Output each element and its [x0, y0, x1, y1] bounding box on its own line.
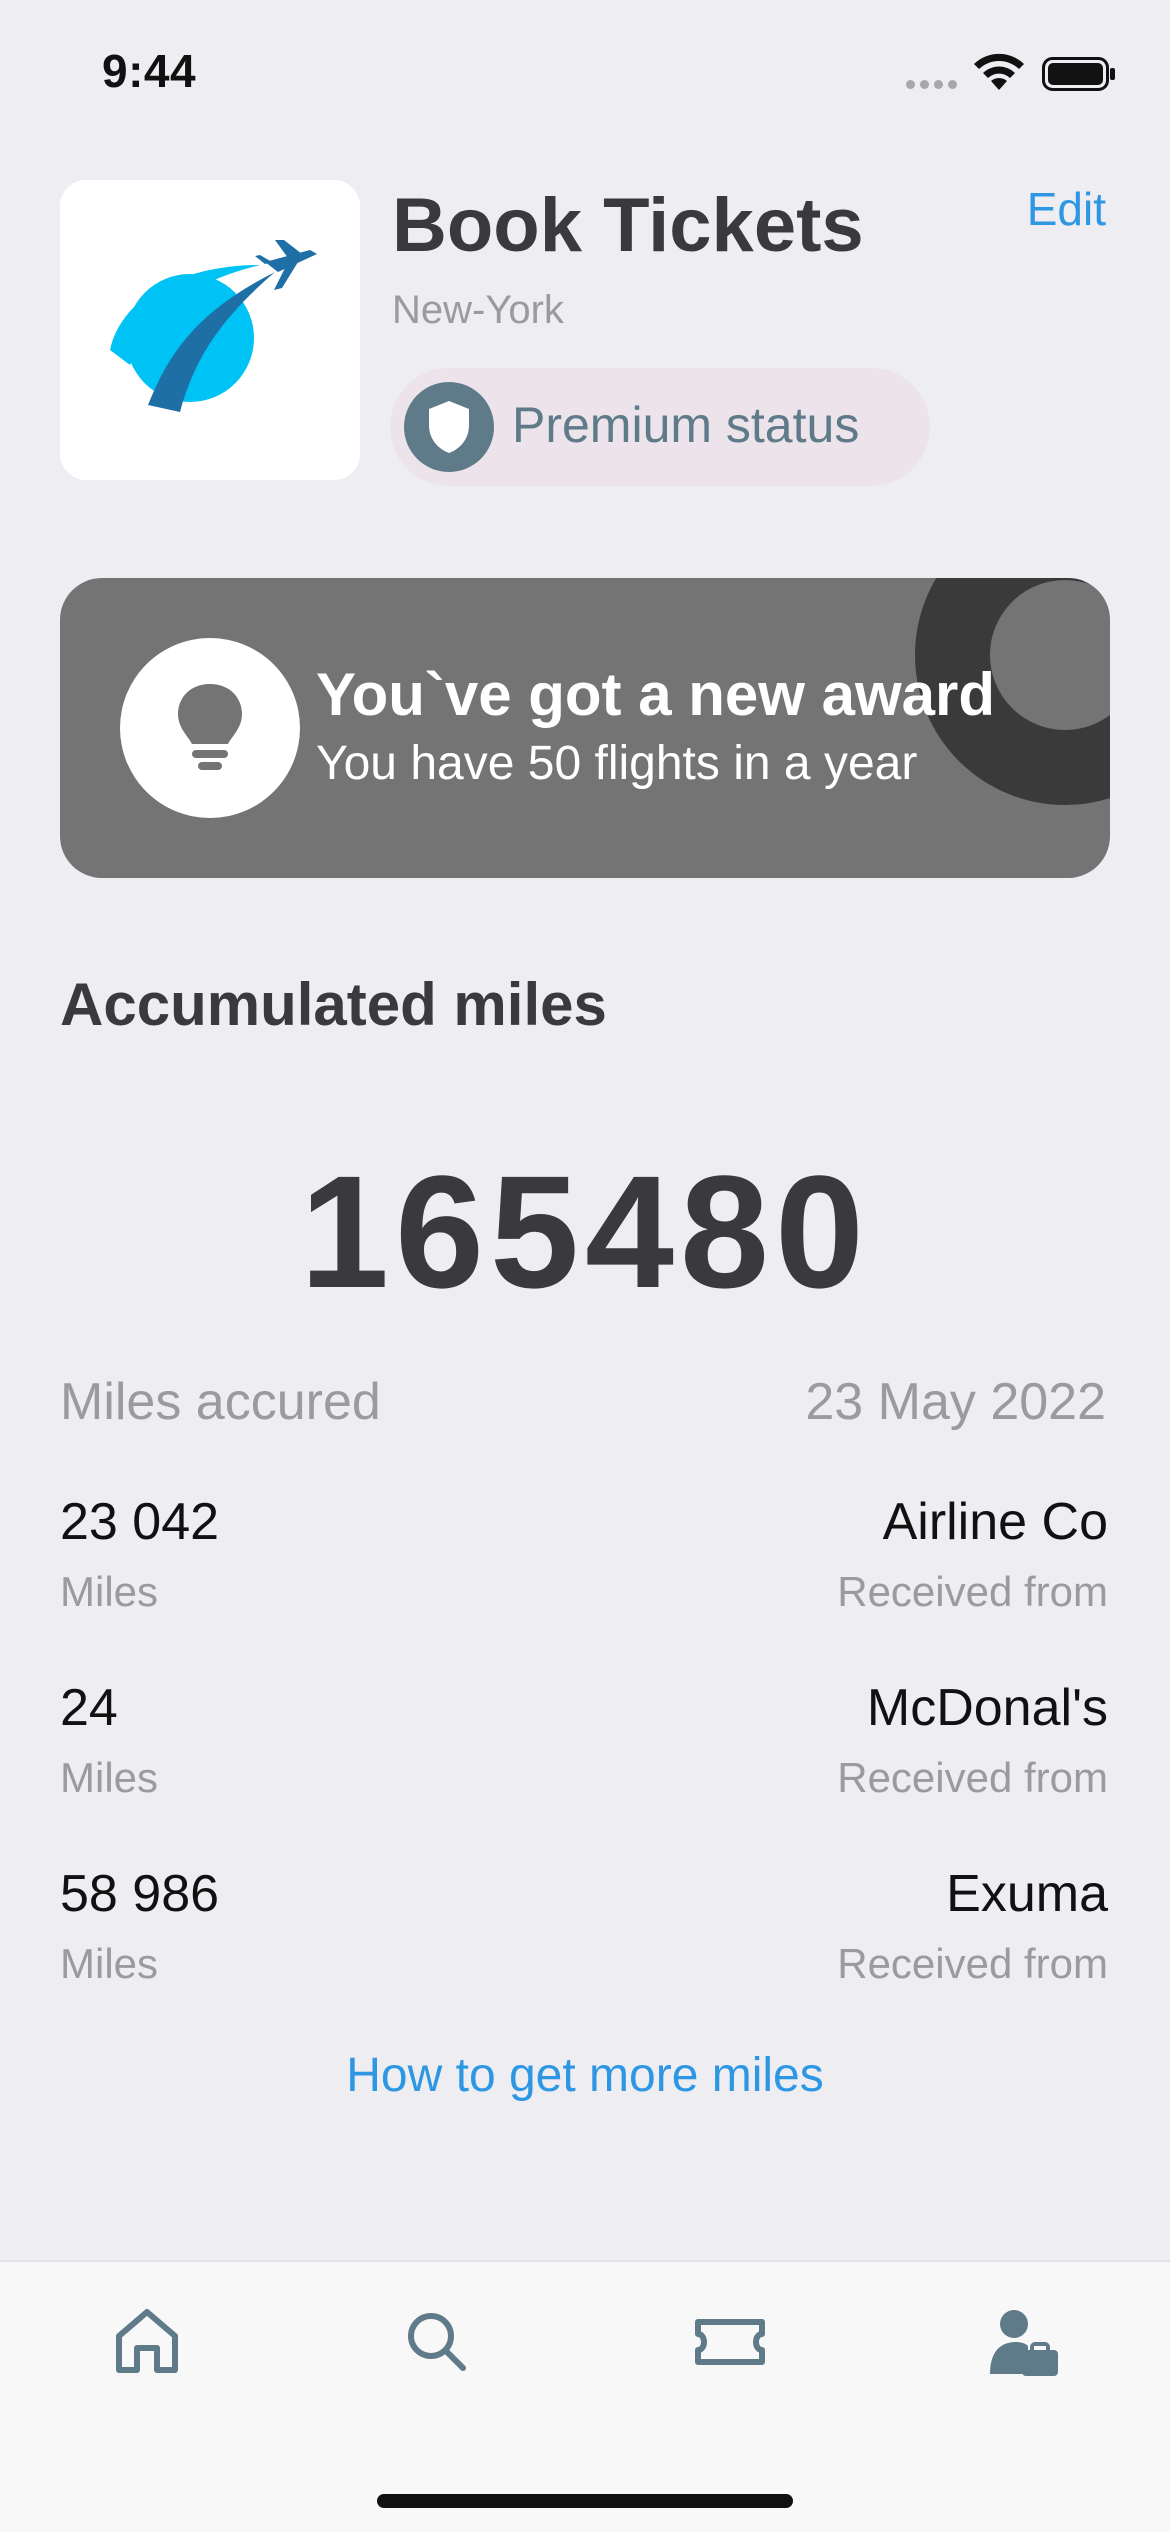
- airline-logo: [60, 180, 360, 480]
- lightbulb-icon: [178, 684, 242, 770]
- tab-profile[interactable]: [982, 2302, 1062, 2382]
- premium-status-label: Premium status: [512, 397, 860, 453]
- transaction-source: McDonal's: [866, 1679, 1108, 1737]
- signal-icon: [906, 80, 958, 90]
- status-time: 9:44: [102, 45, 197, 97]
- transaction-row[interactable]: 24 Miles McDonal's Received from: [60, 1678, 1108, 1838]
- edit-button[interactable]: Edit: [1027, 182, 1106, 236]
- award-description: You have 50 flights in a year: [316, 737, 918, 790]
- transaction-amount: 24: [60, 1679, 118, 1737]
- transaction-amount: 58 986: [60, 1865, 220, 1923]
- profile-screen: 9:44 Book Tickets New-York Edit Premium …: [0, 0, 1170, 2532]
- transaction-row[interactable]: 23 042 Miles Airline Co Received from: [60, 1492, 1108, 1652]
- miles-header-label: Miles accured: [60, 1373, 381, 1431]
- home-indicator[interactable]: [377, 2494, 793, 2508]
- award-title: You`ve got a new award: [316, 661, 996, 728]
- transaction-source-label: Received from: [837, 1754, 1108, 1801]
- tab-home[interactable]: [107, 2302, 187, 2382]
- status-bar: 9:44: [0, 0, 1170, 150]
- premium-status-badge[interactable]: Premium status: [390, 368, 930, 486]
- transaction-unit: Miles: [60, 1754, 159, 1801]
- award-banner[interactable]: You`ve got a new award You have 50 fligh…: [60, 578, 1110, 878]
- location-label: New-York: [392, 288, 564, 332]
- tab-bar: [0, 2260, 1170, 2532]
- transaction-row[interactable]: 58 986 Miles Exuma Received from: [60, 1864, 1108, 2024]
- transaction-source-label: Received from: [837, 1940, 1108, 1987]
- home-icon: [116, 2309, 178, 2373]
- transaction-source-label: Received from: [837, 1568, 1108, 1615]
- battery-icon: [1042, 57, 1115, 91]
- transaction-amount: 23 042: [60, 1493, 220, 1551]
- profile-icon: [990, 2310, 1058, 2376]
- miles-total: 165480: [300, 1142, 870, 1321]
- tab-tickets[interactable]: [690, 2302, 770, 2382]
- award-icon-container: [120, 638, 300, 818]
- transaction-unit: Miles: [60, 1940, 159, 1987]
- transaction-source: Airline Co: [882, 1493, 1108, 1551]
- wifi-icon: [974, 53, 1024, 90]
- transaction-unit: Miles: [60, 1568, 159, 1615]
- miles-header-date: 23 May 2022: [805, 1373, 1106, 1431]
- app-title: Book Tickets: [392, 183, 864, 268]
- shield-icon: [404, 382, 494, 472]
- ticket-icon: [695, 2319, 765, 2365]
- more-miles-link[interactable]: How to get more miles: [0, 2048, 1170, 2103]
- section-title: Accumulated miles: [60, 971, 607, 1038]
- search-icon: [408, 2313, 466, 2371]
- transaction-source: Exuma: [946, 1865, 1108, 1923]
- tab-search[interactable]: [397, 2302, 477, 2382]
